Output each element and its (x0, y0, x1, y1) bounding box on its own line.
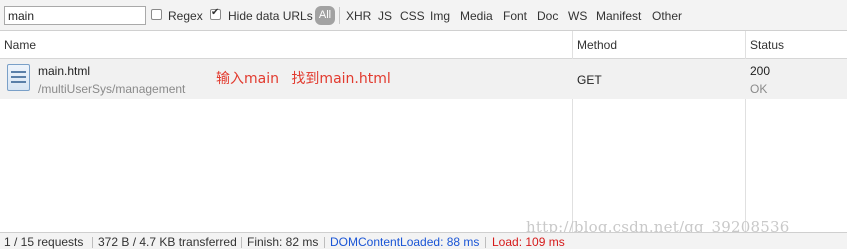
filter-search-input[interactable] (4, 6, 146, 25)
summary-status-bar: 1 / 15 requests 372 B / 4.7 KB transferr… (0, 232, 847, 249)
hide-data-urls-checkbox[interactable] (210, 7, 221, 20)
filter-type-img[interactable]: Img (430, 9, 450, 23)
finish-time: Finish: 82 ms (247, 235, 319, 249)
filter-all-button[interactable]: All (315, 6, 335, 25)
column-header-name[interactable]: Name (4, 38, 36, 52)
status-separator (324, 237, 325, 248)
filter-type-doc[interactable]: Doc (537, 9, 558, 23)
filter-type-css[interactable]: CSS (400, 9, 425, 23)
filter-type-js[interactable]: JS (378, 9, 392, 23)
column-header-status[interactable]: Status (750, 38, 784, 52)
request-name[interactable]: main.html (38, 64, 90, 78)
status-separator (92, 237, 93, 248)
request-status-text: OK (750, 82, 768, 96)
column-header-method[interactable]: Method (577, 38, 617, 52)
regex-label[interactable]: Regex (168, 9, 203, 23)
request-status-code: 200 (750, 64, 771, 78)
status-separator (485, 237, 486, 248)
status-separator (241, 237, 242, 248)
transferred-size: 372 B / 4.7 KB transferred (98, 235, 237, 249)
request-path: /multiUserSys/management (38, 82, 186, 96)
request-method: GET (577, 73, 602, 87)
document-file-icon (7, 64, 30, 91)
filter-bar: Regex Hide data URLs All XHR JS CSS Img … (0, 0, 847, 31)
table-header: Name Method Status (0, 31, 847, 59)
filter-type-ws[interactable]: WS (568, 9, 587, 23)
filter-type-font[interactable]: Font (503, 9, 527, 23)
requests-count: 1 / 15 requests (4, 235, 84, 249)
regex-checkbox[interactable] (151, 9, 162, 20)
hide-data-urls-label[interactable]: Hide data URLs (228, 9, 313, 23)
filter-type-other[interactable]: Other (652, 9, 682, 23)
dom-content-loaded-time: DOMContentLoaded: 88 ms (330, 235, 480, 249)
filter-type-media[interactable]: Media (460, 9, 493, 23)
filter-separator (339, 7, 340, 24)
filter-type-xhr[interactable]: XHR (346, 9, 371, 23)
load-time: Load: 109 ms (492, 235, 565, 249)
filter-type-manifest[interactable]: Manifest (596, 9, 641, 23)
annotation-text: 输入main 找到main.html (216, 71, 391, 87)
